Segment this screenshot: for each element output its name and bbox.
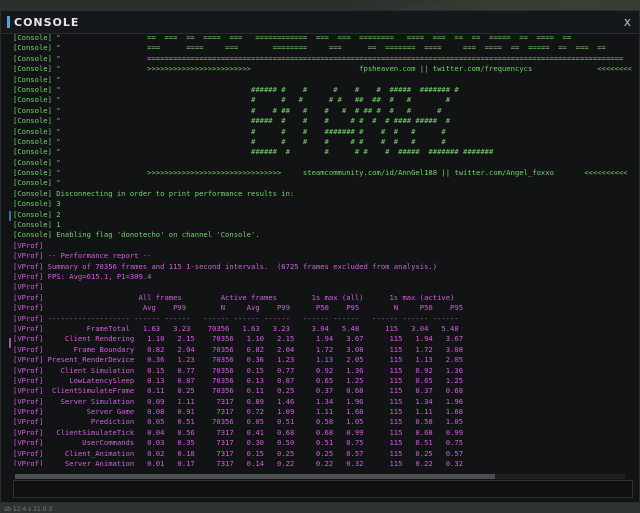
log-line: [Console] "	[13, 74, 61, 84]
console-input-box[interactable]	[13, 480, 633, 502]
log-line: [Console] " ###### # # # # # ##### #####…	[13, 84, 459, 94]
log-line: [VProf] Summary of 70356 frames and 115 …	[13, 261, 438, 271]
log-line: [Console] " # # # # # ## ## # # #	[13, 95, 451, 105]
log-line: [Console] "	[13, 178, 61, 188]
log-line: [Console] " # # # # # # # # # #	[13, 136, 446, 146]
log-line: [VProf] ------------------- ------ -----…	[13, 313, 459, 323]
output-marker	[9, 211, 11, 221]
log-line: [Console] " >>>>>>>>>>>>>>>>>>>>>>>>>>>>…	[13, 168, 628, 178]
log-line: [VProf] FrameTotal 1.63 3.23 70356 1.63 …	[13, 323, 459, 333]
footer-text: sb 12.4 s 21.0 3	[4, 506, 53, 513]
log-line: [Console] " ##### # # # # # # # #### ###…	[13, 116, 451, 126]
log-line: [Console] " # # # ####### # # # # #	[13, 126, 446, 136]
log-line: [VProf] ClientSimulateTick 0.04 0.56 731…	[13, 427, 464, 437]
console-title-text: CONSOLE	[14, 15, 80, 29]
log-line: [Console] " # # ## # # # # ## # # # #	[13, 105, 442, 115]
log-line: [VProf]	[13, 240, 44, 250]
log-line: [VProf]	[13, 282, 44, 292]
log-line: [VProf] Frame Boundary 0.82 2.04 70356 0…	[13, 344, 464, 354]
log-line: [VProf] All frames Active frames 1s max …	[13, 292, 455, 302]
log-line: [VProf] -- Performance report --	[13, 251, 152, 261]
log-line: [VProf] Client_Animation 0.02 0.18 7317 …	[13, 448, 464, 458]
console-titlebar[interactable]: CONSOLE x	[1, 11, 639, 34]
horizontal-scrollbar-thumb[interactable]	[15, 474, 495, 479]
console-window: CONSOLE x [Console] " == === == ==== ===…	[0, 10, 640, 503]
log-line: [VProf] UserCommands 0.03 0.35 7317 0.30…	[13, 438, 464, 448]
log-line: [VProf] FPS: Avg=615.1, P1=309.4	[13, 271, 152, 281]
console-title: CONSOLE	[7, 16, 79, 29]
console-output[interactable]: [Console] " == === == ==== === =========…	[13, 33, 639, 466]
title-accent-bar	[7, 16, 10, 28]
console-input[interactable]	[14, 486, 632, 502]
log-line: [Console] Enabling flag 'donotecho' on c…	[13, 230, 260, 240]
log-line: [VProf] ClientSimulateFrame 0.11 0.25 70…	[13, 386, 464, 396]
log-line: [VProf] Prediction 0.05 0.51 70356 0.05 …	[13, 417, 464, 427]
log-line: [VProf] Avg P99 N Avg P99 P50 P95 N P50 …	[13, 303, 464, 313]
log-line: [VProf] Server Game 0.08 0.91 7317 0.72 …	[13, 407, 464, 417]
horizontal-scrollbar[interactable]	[15, 474, 625, 479]
log-line: [Console] 1	[13, 220, 61, 230]
close-icon[interactable]: x	[624, 15, 631, 29]
log-line: [Console] " >>>>>>>>>>>>>>>>>>>>>>>> fps…	[13, 64, 632, 74]
log-line: [VProf] Present_RenderDevice 0.36 1.23 7…	[13, 355, 464, 365]
log-line: [Console] " ###### # # # # # ##### #####…	[13, 147, 494, 157]
log-line: [Console] 2	[13, 209, 61, 219]
log-line: [Console] Disconnecting in order to prin…	[13, 188, 295, 198]
log-line: [Console] " ============================…	[13, 53, 624, 63]
log-line: [Console] "	[13, 157, 61, 167]
log-line: [Console] " === ==== === ======== === ==…	[13, 43, 606, 53]
log-line: [VProf] Server Animation 0.01 0.17 7317 …	[13, 459, 464, 466]
log-line: [Console] " == === == ==== === =========…	[13, 33, 572, 42]
log-line: [VProf] Client Simulation 0.15 0.77 7035…	[13, 365, 464, 375]
log-line: [VProf] Client Rendering 1.10 2.15 70356…	[13, 334, 464, 344]
log-line: [VProf] Server Simulation 0.09 1.11 7317…	[13, 396, 464, 406]
log-line: [VProf] LowLatencySleep 0.13 0.87 70356 …	[13, 375, 464, 385]
log-line: [Console] 3	[13, 199, 61, 209]
output-marker	[9, 338, 11, 348]
